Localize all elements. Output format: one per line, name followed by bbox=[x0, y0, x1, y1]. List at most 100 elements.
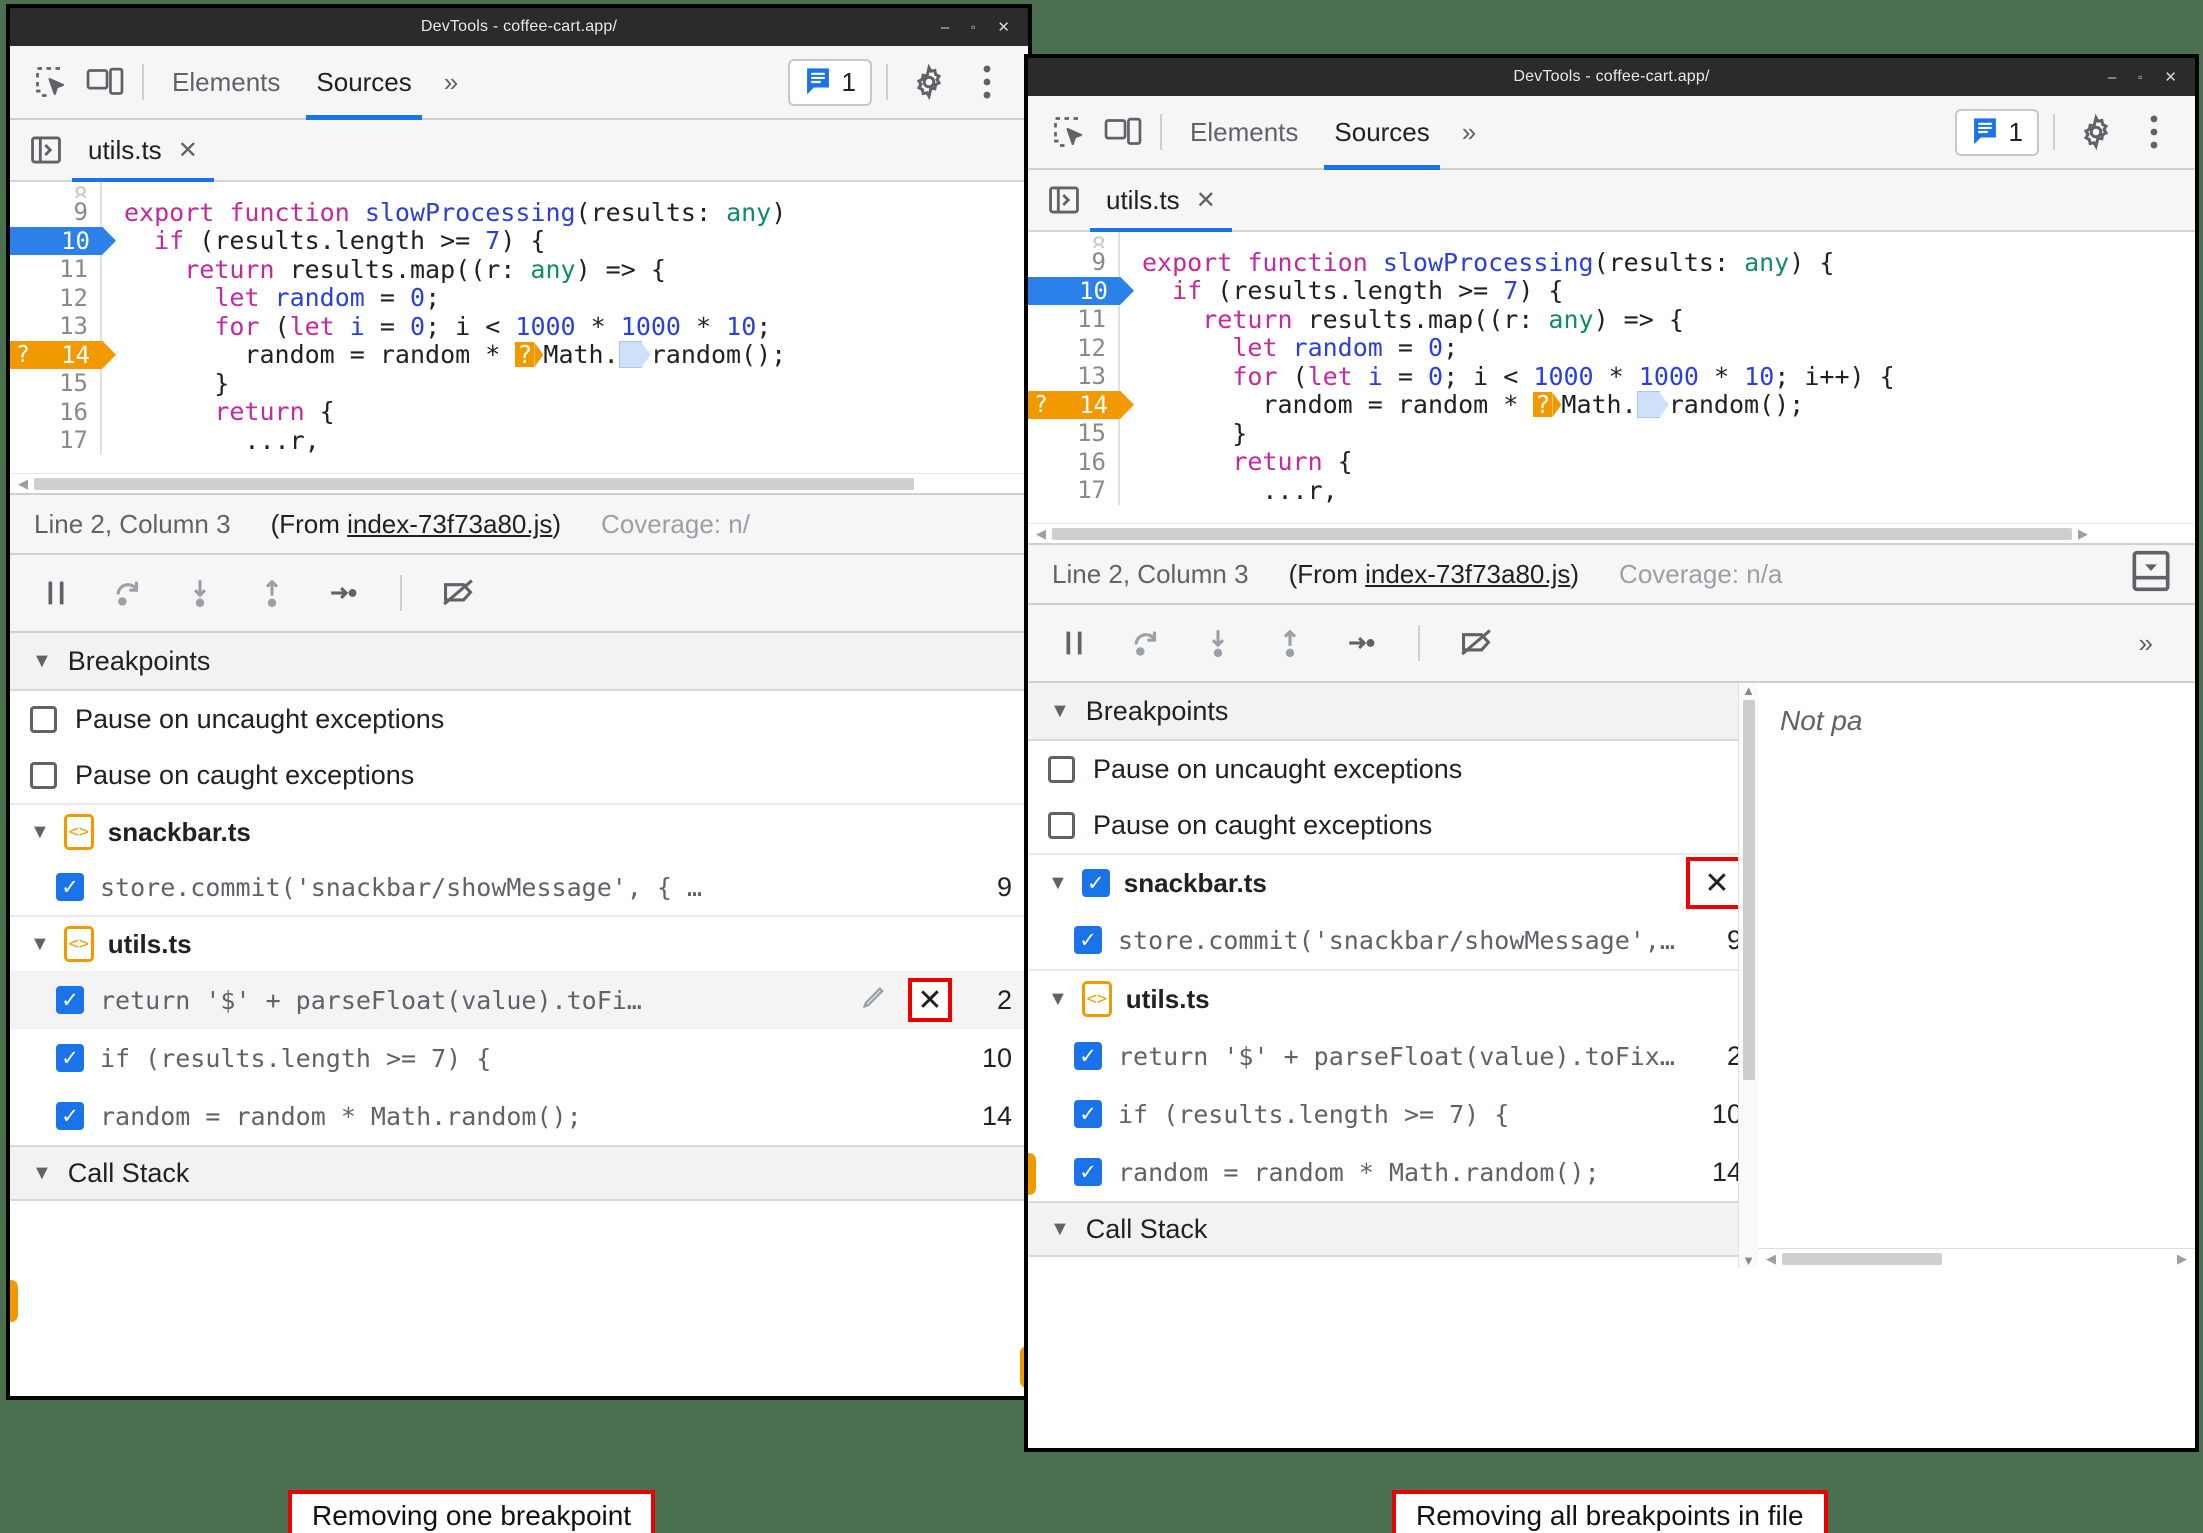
step-into-icon[interactable] bbox=[174, 567, 226, 619]
breakpoint-row[interactable]: ✓ random = random * Math.random(); 14 bbox=[10, 1087, 1028, 1145]
kebab-menu-icon[interactable] bbox=[960, 55, 1014, 109]
pause-on-caught-exceptions-row[interactable]: Pause on caught exceptions bbox=[10, 747, 1028, 803]
line-number-gutter[interactable]: 15 bbox=[1028, 419, 1120, 448]
line-number-gutter[interactable]: 9 bbox=[10, 198, 102, 227]
scroll-left-icon[interactable]: ◀ bbox=[1766, 1251, 1776, 1267]
device-toolbar-icon[interactable] bbox=[78, 55, 132, 109]
scroll-left-icon[interactable]: ◀ bbox=[18, 476, 28, 492]
step-over-icon[interactable] bbox=[102, 567, 154, 619]
checkbox-checked[interactable]: ✓ bbox=[1074, 926, 1102, 954]
line-number-gutter[interactable]: 15 bbox=[10, 369, 102, 398]
pause-resume-icon[interactable] bbox=[30, 567, 82, 619]
checkbox-checked[interactable]: ✓ bbox=[1074, 1158, 1102, 1186]
chevron-down-icon[interactable]: ▼ bbox=[1048, 873, 1068, 893]
call-stack-section-header[interactable]: ▼ Call Stack bbox=[10, 1145, 1028, 1201]
chevron-down-icon[interactable]: ▼ bbox=[1048, 989, 1068, 1009]
breakpoint-row[interactable]: ✓ random = random * Math.random(); 14 bbox=[1028, 1143, 1758, 1201]
kebab-menu-icon[interactable] bbox=[2127, 105, 2181, 159]
editor-horizontal-scrollbar[interactable]: ◀ bbox=[10, 473, 1028, 493]
breakpoints-vertical-scrollbar[interactable]: ▲ ▼ bbox=[1738, 683, 1758, 1268]
checkbox-checked[interactable]: ✓ bbox=[56, 873, 84, 901]
breakpoint-row[interactable]: ✓ store.commit('snackbar/showMessage', {… bbox=[10, 859, 1028, 915]
close-button[interactable]: ✕ bbox=[997, 20, 1010, 35]
inline-breakpoint-orange[interactable]: ? bbox=[1533, 392, 1553, 418]
source-file-link[interactable]: index-73f73a80.js bbox=[1365, 559, 1570, 589]
line-number-gutter[interactable]: 13 bbox=[1028, 362, 1120, 391]
breakpoint-marker-blue[interactable]: 10 bbox=[10, 226, 102, 255]
pencil-icon[interactable] bbox=[860, 983, 888, 1018]
device-toolbar-icon[interactable] bbox=[1096, 105, 1150, 159]
maximize-button[interactable]: ▫ bbox=[971, 21, 975, 33]
checkbox-checked[interactable]: ✓ bbox=[56, 1044, 84, 1072]
breakpoints-section-header[interactable]: ▼ Breakpoints bbox=[10, 633, 1028, 691]
pause-on-uncaught-exceptions-row[interactable]: Pause on uncaught exceptions bbox=[1028, 741, 1758, 797]
checkbox-unchecked[interactable] bbox=[1048, 811, 1075, 839]
scroll-left-icon[interactable]: ◀ bbox=[1036, 526, 1046, 542]
checkbox-checked[interactable]: ✓ bbox=[1074, 1100, 1102, 1128]
deactivate-breakpoints-icon[interactable] bbox=[432, 567, 484, 619]
close-button[interactable]: ✕ bbox=[2164, 70, 2177, 85]
breakpoint-file-group-utils[interactable]: ▼ <> utils.ts bbox=[10, 915, 1028, 971]
chevron-down-icon[interactable]: ▼ bbox=[30, 822, 50, 842]
breakpoint-file-group-snackbar[interactable]: ▼ <> snackbar.ts bbox=[10, 803, 1028, 859]
checkbox-unchecked[interactable] bbox=[30, 761, 57, 789]
chevron-down-icon[interactable]: ▼ bbox=[1050, 701, 1070, 721]
tab-elements[interactable]: Elements bbox=[154, 46, 298, 118]
breakpoint-marker-orange[interactable]: ? 14 bbox=[1028, 390, 1120, 419]
side-panel-horizontal-scrollbar[interactable]: ◀ ▶ bbox=[1758, 1248, 2195, 1268]
line-number-gutter[interactable]: 17 bbox=[10, 426, 102, 455]
navigator-panel-toggle-icon[interactable] bbox=[1038, 174, 1090, 226]
file-tab-utils-ts[interactable]: utils.ts ✕ bbox=[1090, 170, 1232, 232]
chevron-down-icon[interactable]: ▼ bbox=[32, 651, 52, 671]
tab-elements[interactable]: Elements bbox=[1172, 96, 1316, 168]
breakpoint-row[interactable]: ✓ if (results.length >= 7) { 10 bbox=[1028, 1085, 1758, 1143]
close-x-icon[interactable]: ✕ bbox=[1704, 866, 1729, 901]
breakpoint-marker-orange[interactable]: ? 14 bbox=[10, 340, 102, 369]
step-out-icon[interactable] bbox=[246, 567, 298, 619]
scroll-thumb[interactable] bbox=[1742, 700, 1755, 1080]
line-number-gutter[interactable]: 16 bbox=[10, 397, 102, 426]
step-icon[interactable] bbox=[318, 567, 370, 619]
line-number-gutter[interactable]: 16 bbox=[1028, 447, 1120, 476]
code-editor[interactable]: 8 9 export function slowProcessing (resul… bbox=[1028, 232, 2195, 523]
pause-on-uncaught-exceptions-row[interactable]: Pause on uncaught exceptions bbox=[10, 691, 1028, 747]
editor-horizontal-scrollbar[interactable]: ◀ ▶ bbox=[1028, 523, 2195, 543]
line-number-gutter[interactable]: 12 bbox=[1028, 333, 1120, 362]
scroll-right-icon[interactable]: ▶ bbox=[2177, 1251, 2187, 1267]
breakpoint-row[interactable]: ✓ if (results.length >= 7) { 10 bbox=[10, 1029, 1028, 1087]
line-number-gutter[interactable]: 9 bbox=[1028, 248, 1120, 277]
line-number-gutter[interactable]: 13 bbox=[10, 312, 102, 341]
call-stack-section-header[interactable]: ▼ Call Stack bbox=[1028, 1201, 1758, 1257]
breakpoint-row[interactable]: ✓ store.commit('snackbar/showMessage', {… bbox=[1028, 911, 1758, 969]
checkbox-checked[interactable]: ✓ bbox=[56, 1102, 84, 1130]
line-number-gutter[interactable]: 11 bbox=[10, 255, 102, 284]
pause-resume-icon[interactable] bbox=[1048, 617, 1100, 669]
breakpoint-row-selected[interactable]: ✓ return '$' + parseFloat(value).toFi… ✕… bbox=[10, 971, 1028, 1029]
source-file-link[interactable]: index-73f73a80.js bbox=[347, 509, 552, 539]
line-number-gutter[interactable]: 12 bbox=[10, 283, 102, 312]
checkbox-unchecked[interactable] bbox=[1048, 755, 1075, 783]
close-x-icon[interactable]: ✕ bbox=[917, 983, 942, 1018]
chevron-down-icon[interactable]: ▼ bbox=[30, 934, 50, 954]
scroll-thumb[interactable] bbox=[1782, 1252, 1942, 1265]
line-number-gutter[interactable]: 11 bbox=[1028, 305, 1120, 334]
inline-breakpoint-blue[interactable]: . bbox=[1636, 391, 1660, 419]
code-editor[interactable]: 8 9 export function slowProcessing (resul… bbox=[10, 182, 1028, 473]
breakpoint-row[interactable]: ✓ return '$' + parseFloat(value).toFixed… bbox=[1028, 1027, 1758, 1085]
minimize-button[interactable]: – bbox=[941, 20, 949, 35]
checkbox-checked[interactable]: ✓ bbox=[56, 986, 84, 1014]
tab-sources[interactable]: Sources bbox=[298, 46, 429, 120]
file-tab-utils-ts[interactable]: utils.ts ✕ bbox=[72, 120, 214, 182]
checkbox-checked[interactable]: ✓ bbox=[1074, 1042, 1102, 1070]
scroll-thumb[interactable] bbox=[34, 477, 914, 490]
tab-sources[interactable]: Sources bbox=[1316, 96, 1447, 170]
inline-breakpoint-orange[interactable]: ? bbox=[515, 342, 535, 368]
scroll-thumb[interactable] bbox=[1052, 527, 2072, 540]
issues-button[interactable]: 1 bbox=[787, 58, 872, 106]
step-out-icon[interactable] bbox=[1264, 617, 1316, 669]
breakpoint-file-group-utils[interactable]: ▼ <> utils.ts bbox=[1028, 969, 1758, 1027]
scroll-down-icon[interactable]: ▼ bbox=[1742, 1253, 1755, 1268]
breakpoints-section-header[interactable]: ▼ Breakpoints bbox=[1028, 683, 1758, 741]
line-number-gutter[interactable]: 17 bbox=[1028, 476, 1120, 505]
gear-icon[interactable] bbox=[2069, 105, 2123, 159]
